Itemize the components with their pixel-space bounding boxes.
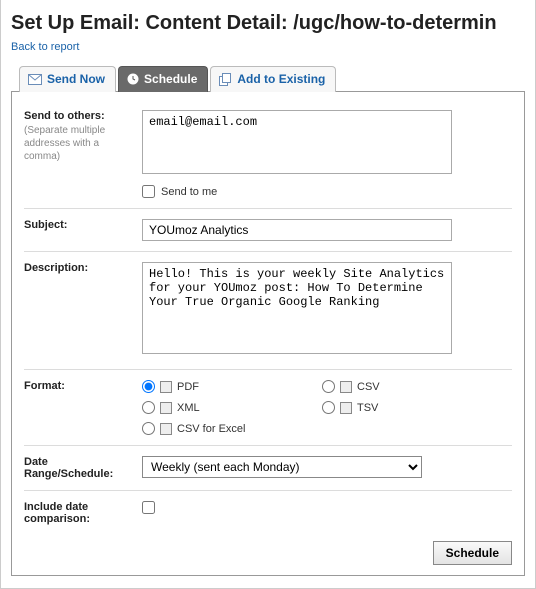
label-hint: (Separate multiple addresses with a comm… — [24, 124, 136, 163]
include-comparison-checkbox[interactable] — [142, 501, 155, 514]
format-tsv[interactable]: TSV — [322, 401, 462, 414]
tsv-icon — [340, 402, 352, 414]
row-schedule: Date Range/Schedule: Weekly (sent each M… — [24, 446, 512, 491]
tab-schedule[interactable]: Schedule — [118, 66, 208, 92]
label-format: Format: — [24, 380, 142, 435]
label-text: Send to others: — [24, 110, 105, 122]
description-input[interactable]: Hello! This is your weekly Site Analytic… — [142, 262, 452, 354]
subject-input[interactable] — [142, 219, 452, 241]
tab-add-existing[interactable]: Add to Existing — [210, 66, 336, 92]
format-label: PDF — [177, 381, 199, 393]
label-schedule: Date Range/Schedule: — [24, 456, 142, 480]
schedule-button[interactable]: Schedule — [433, 541, 512, 565]
tab-label: Schedule — [144, 72, 197, 86]
tab-content: Send to others: (Separate multiple addre… — [11, 91, 525, 576]
mail-icon — [28, 74, 42, 85]
format-label: XML — [177, 402, 200, 414]
row-recipients: Send to others: (Separate multiple addre… — [24, 100, 512, 209]
row-include-comparison: Include date comparison: — [24, 491, 512, 535]
csv-excel-icon — [160, 423, 172, 435]
send-to-me-label: Send to me — [161, 186, 217, 198]
row-format: Format: PDF CSV — [24, 370, 512, 446]
label-description: Description: — [24, 262, 142, 359]
tab-send-now[interactable]: Send Now — [19, 66, 116, 92]
footer: Schedule — [24, 541, 512, 565]
clock-icon — [127, 73, 139, 85]
radio-xml[interactable] — [142, 401, 155, 414]
copy-icon — [219, 73, 232, 86]
pdf-icon — [160, 381, 172, 393]
label-comparison: Include date comparison: — [24, 501, 142, 525]
radio-csv-excel[interactable] — [142, 422, 155, 435]
page-title: Set Up Email: Content Detail: /ugc/how-t… — [11, 12, 525, 35]
radio-csv[interactable] — [322, 380, 335, 393]
email-setup-panel: Set Up Email: Content Detail: /ugc/how-t… — [0, 0, 536, 589]
format-pdf[interactable]: PDF — [142, 380, 322, 393]
format-csv[interactable]: CSV — [322, 380, 462, 393]
format-options: PDF CSV XML TSV — [142, 380, 512, 435]
label-subject: Subject: — [24, 219, 142, 241]
radio-pdf[interactable] — [142, 380, 155, 393]
csv-icon — [340, 381, 352, 393]
format-label: CSV for Excel — [177, 423, 245, 435]
send-to-me-checkbox[interactable] — [142, 185, 155, 198]
format-label: TSV — [357, 402, 378, 414]
label-recipients: Send to others: (Separate multiple addre… — [24, 110, 142, 198]
tabs: Send Now Schedule Add to Existing — [11, 65, 525, 91]
format-xml[interactable]: XML — [142, 401, 322, 414]
xml-icon — [160, 402, 172, 414]
radio-tsv[interactable] — [322, 401, 335, 414]
schedule-select[interactable]: Weekly (sent each Monday) — [142, 456, 422, 478]
row-description: Description: Hello! This is your weekly … — [24, 252, 512, 370]
back-to-report-link[interactable]: Back to report — [11, 41, 79, 53]
tab-label: Add to Existing — [237, 72, 325, 86]
format-label: CSV — [357, 381, 380, 393]
tab-label: Send Now — [47, 72, 105, 86]
row-subject: Subject: — [24, 209, 512, 252]
format-csv-excel[interactable]: CSV for Excel — [142, 422, 322, 435]
recipients-input[interactable]: email@email.com — [142, 110, 452, 174]
